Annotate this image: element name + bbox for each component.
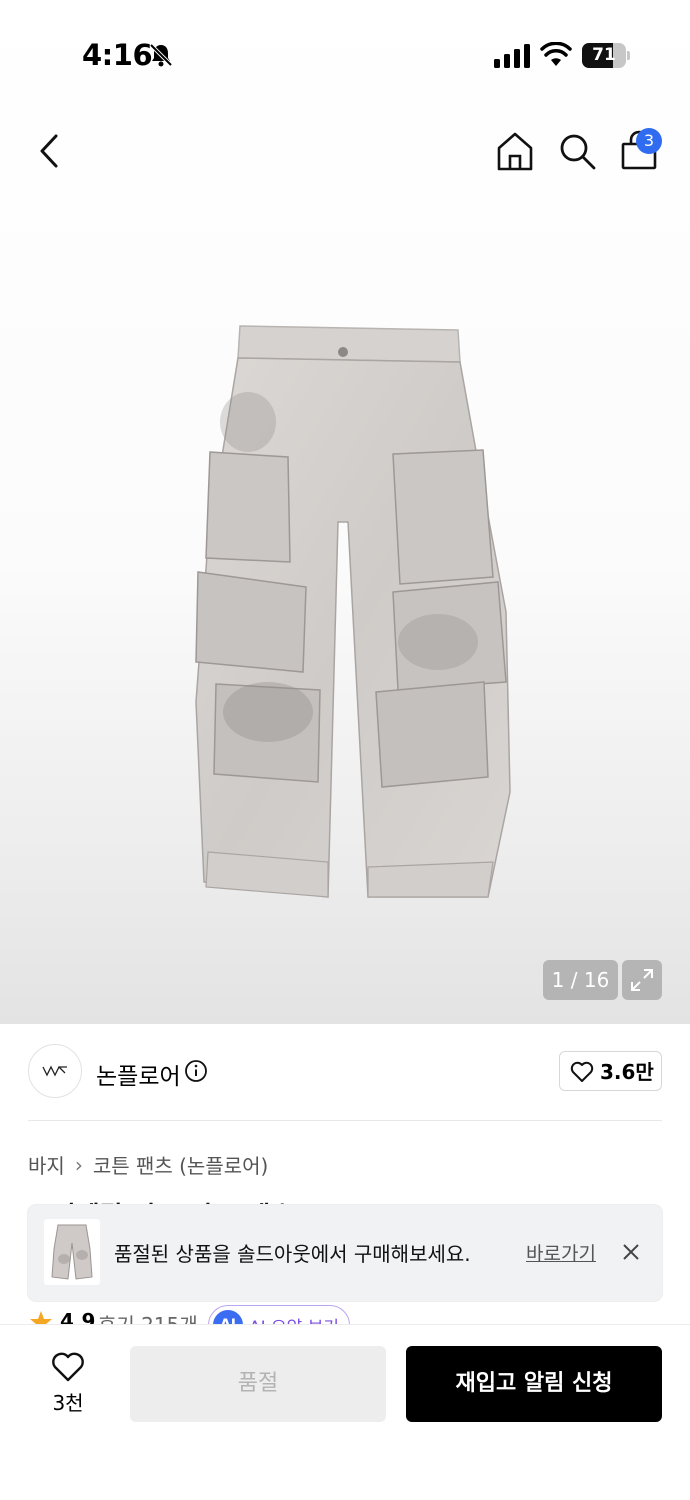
section-divider xyxy=(28,1120,662,1121)
search-button[interactable] xyxy=(556,130,598,172)
wishlist-count: 3천 xyxy=(52,1391,84,1415)
expand-icon xyxy=(631,969,653,991)
brand-logo-mark xyxy=(42,1065,67,1077)
home-button[interactable] xyxy=(494,130,536,172)
brand-like-count: 3.6만 xyxy=(600,1060,654,1084)
heart-icon xyxy=(570,1061,594,1082)
banner-message: 품절된 상품을 솔드아웃에서 구매해보세요. xyxy=(114,1242,471,1266)
info-icon[interactable] xyxy=(184,1059,208,1083)
status-bar: 4:16 71 xyxy=(0,0,690,110)
product-image-cargo-pants[interactable] xyxy=(188,322,516,902)
battery-indicator: 71 xyxy=(582,43,630,68)
expand-image-button[interactable] xyxy=(622,960,662,1000)
status-time: 4:16 xyxy=(82,38,153,72)
breadcrumb-category[interactable]: 바지 xyxy=(28,1150,65,1179)
image-page-counter: 1 / 16 xyxy=(543,960,618,1000)
restock-alert-button[interactable]: 재입고 알림 신청 xyxy=(406,1346,662,1422)
brand-logo[interactable] xyxy=(28,1044,82,1098)
wishlist-button[interactable]: 3천 xyxy=(40,1349,96,1421)
wifi-icon xyxy=(540,42,572,66)
chevron-right-icon: › xyxy=(74,1152,83,1177)
cellular-signal-icon xyxy=(494,44,530,68)
breadcrumb-subcategory[interactable]: 코튼 팬츠 (논플로어) xyxy=(93,1150,269,1179)
cart-count-badge: 3 xyxy=(636,128,662,154)
brand-name[interactable]: 논플로어 xyxy=(96,1057,181,1091)
soldout-button: 품절 xyxy=(130,1346,386,1422)
battery-percent: 71 xyxy=(592,45,616,65)
banner-product-thumbnail xyxy=(44,1219,100,1285)
back-button[interactable] xyxy=(30,130,66,172)
breadcrumb: 바지 › 코튼 팬츠 (논플로어) xyxy=(28,1150,268,1179)
soldout-banner[interactable]: 품절된 상품을 솔드아웃에서 구매해보세요. 바로가기 xyxy=(28,1205,662,1301)
heart-icon xyxy=(52,1352,84,1382)
close-icon[interactable] xyxy=(620,1241,642,1263)
brand-like-button[interactable]: 3.6만 xyxy=(559,1051,662,1091)
bottom-action-bar: 3천 품절 재입고 알림 신청 xyxy=(0,1324,690,1500)
banner-go-link[interactable]: 바로가기 xyxy=(526,1239,596,1266)
bell-off-icon xyxy=(149,43,173,67)
